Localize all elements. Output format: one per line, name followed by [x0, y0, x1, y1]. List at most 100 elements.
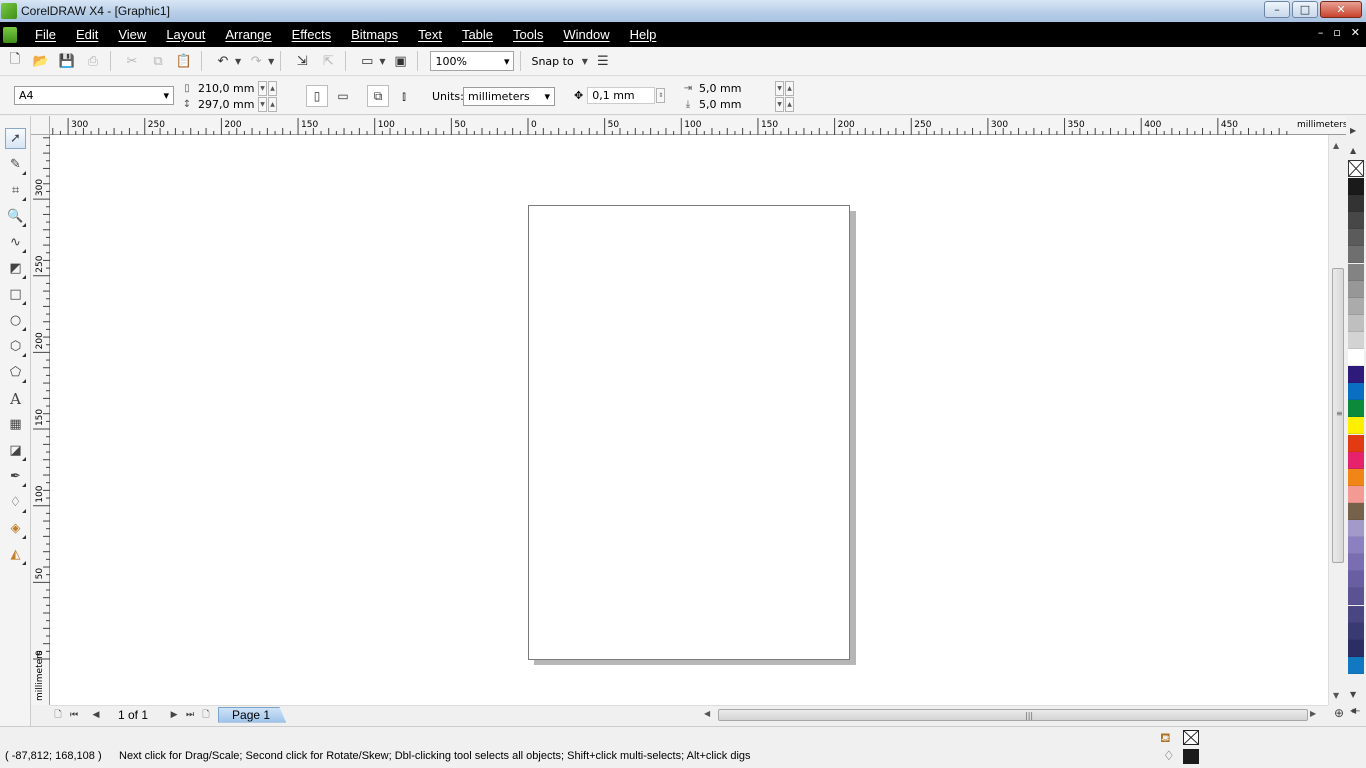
import-icon[interactable]: ⇲ — [291, 50, 313, 72]
color-swatch[interactable] — [1348, 468, 1364, 486]
shape-tool-icon[interactable]: ✎ — [5, 154, 26, 175]
fill-tool-icon[interactable]: ◈ — [5, 518, 26, 539]
doc-close-button[interactable]: ✕ — [1351, 26, 1360, 39]
cut-icon[interactable]: ✂ — [121, 50, 143, 72]
ruler-origin-corner[interactable] — [31, 116, 50, 135]
menu-effects[interactable]: Effects — [292, 27, 332, 42]
polygon-tool-icon[interactable]: ⬡ — [5, 336, 26, 357]
color-swatch[interactable] — [1348, 639, 1364, 657]
eyedropper-tool-icon[interactable]: ✒ — [5, 466, 26, 487]
color-swatch[interactable] — [1348, 434, 1364, 452]
smart-fill-tool-icon[interactable]: ◩ — [5, 258, 26, 279]
paper-size-select[interactable]: A4 ▾ — [14, 86, 174, 105]
document-menu-icon[interactable] — [3, 26, 17, 43]
scroll-left-arrow-icon[interactable]: ◀ — [704, 709, 710, 718]
paper-width-value[interactable]: 210,0 mm — [193, 81, 257, 96]
outline-color-swatch[interactable] — [1183, 749, 1199, 764]
duplicate-distance-x-field[interactable]: ⇥ 5,0 mm ▼ ▲ — [682, 81, 794, 96]
welcome-screen-icon[interactable]: ▣ — [389, 50, 411, 72]
menu-view[interactable]: View — [118, 27, 146, 42]
copy-icon[interactable]: ⧉ — [147, 50, 169, 72]
color-swatch[interactable] — [1348, 622, 1364, 640]
color-swatch[interactable] — [1348, 451, 1364, 469]
color-swatch[interactable] — [1348, 554, 1364, 572]
save-icon[interactable]: 💾 — [56, 50, 78, 72]
text-tool-icon[interactable]: A — [5, 388, 26, 409]
export-icon[interactable]: ⇱ — [317, 50, 339, 72]
zoom-tool-icon[interactable]: 🔍 — [5, 206, 26, 227]
width-up-spinner[interactable]: ▲ — [268, 81, 277, 96]
navigator-zoom-icon[interactable]: ⊕ — [1334, 706, 1344, 720]
undo-dropdown-icon[interactable]: ▼ — [235, 57, 241, 66]
undo-icon[interactable]: ↶ — [212, 50, 234, 72]
scroll-up-arrow-icon[interactable]: ▲ — [1333, 141, 1339, 150]
scroll-right-arrow-icon[interactable]: ▶ — [1310, 709, 1316, 718]
nudge-value[interactable]: 0,1 mm — [587, 87, 656, 104]
interactive-blend-tool-icon[interactable]: ◪ — [5, 440, 26, 461]
navigator-end-icon[interactable]: ⇤ — [1352, 706, 1360, 717]
fill-color-swatch[interactable] — [1183, 730, 1199, 745]
snap-dropdown-icon[interactable]: ▼ — [582, 57, 588, 66]
outline-pen-tool-icon[interactable]: ♢ — [5, 492, 26, 513]
palette-flyout-icon[interactable]: ▶ — [1350, 126, 1356, 135]
page-tab[interactable]: Page 1 — [218, 706, 287, 723]
new-document-icon[interactable]: 🗋 — [4, 50, 26, 72]
dup-x-up-spinner[interactable]: ▲ — [785, 81, 794, 96]
color-swatch[interactable] — [1348, 520, 1364, 537]
first-page-icon[interactable]: ⏮ — [66, 707, 82, 723]
launcher-dropdown-icon[interactable]: ▼ — [379, 57, 385, 66]
paper-height-value[interactable]: 297,0 mm — [193, 97, 257, 112]
duplicate-y-value[interactable]: 5,0 mm — [694, 97, 774, 112]
color-swatch[interactable] — [1348, 588, 1364, 606]
color-swatch[interactable] — [1348, 280, 1364, 298]
redo-icon[interactable]: ↷ — [245, 50, 267, 72]
paper-width-field[interactable]: ▯ 210,0 mm ▼ ▲ — [181, 81, 277, 96]
dup-y-up-spinner[interactable]: ▲ — [785, 97, 794, 112]
color-swatch[interactable] — [1348, 331, 1364, 349]
color-swatch[interactable] — [1348, 195, 1364, 213]
palette-scroll-down-icon[interactable]: ▼ — [1350, 690, 1356, 699]
redo-dropdown-icon[interactable]: ▼ — [268, 57, 274, 66]
units-select[interactable]: millimeters ▾ — [463, 87, 555, 106]
doc-restore-button[interactable]: ▫ — [1333, 26, 1340, 39]
interactive-fill-tool-icon[interactable]: ◭ — [5, 544, 26, 565]
landscape-button[interactable]: ▭ — [332, 85, 354, 107]
dup-x-down-spinner[interactable]: ▼ — [775, 81, 784, 96]
vertical-ruler[interactable]: 300 250 200 150 100 50 0 millimeters — [31, 135, 50, 705]
add-page-after-icon[interactable]: 🗋 — [198, 707, 214, 723]
color-swatch[interactable] — [1348, 383, 1364, 401]
doc-minimize-button[interactable]: – — [1318, 26, 1324, 39]
color-swatch[interactable] — [1348, 349, 1364, 366]
nudge-spinner[interactable]: ⇕ — [656, 88, 666, 103]
color-swatch[interactable] — [1348, 246, 1364, 264]
open-folder-icon[interactable]: 📂 — [30, 50, 52, 72]
zoom-level-select[interactable]: 100% ▾ — [430, 51, 515, 71]
previous-page-icon[interactable]: ◀ — [88, 707, 104, 723]
drawing-canvas[interactable] — [50, 135, 1328, 705]
vertical-scrollbar[interactable]: ▲ ≡ ▼ — [1328, 135, 1346, 705]
paper-height-field[interactable]: ↕ 297,0 mm ▼ ▲ — [181, 97, 277, 112]
color-swatch[interactable] — [1348, 297, 1364, 315]
color-swatch[interactable] — [1348, 212, 1364, 230]
color-swatch[interactable] — [1348, 417, 1364, 435]
basic-shapes-tool-icon[interactable]: ⬠ — [5, 362, 26, 383]
color-swatch[interactable] — [1348, 605, 1364, 623]
options-icon[interactable]: ☰ — [592, 50, 614, 72]
current-page-button[interactable]: ⫾ — [393, 85, 415, 107]
color-swatch[interactable] — [1348, 656, 1364, 674]
height-down-spinner[interactable]: ▼ — [258, 97, 267, 112]
menu-bitmaps[interactable]: Bitmaps — [351, 27, 398, 42]
all-pages-button[interactable]: ⧉ — [367, 85, 389, 107]
rectangle-tool-icon[interactable]: □ — [5, 284, 26, 305]
duplicate-x-value[interactable]: 5,0 mm — [694, 81, 774, 96]
crop-tool-icon[interactable]: ⌗ — [5, 180, 26, 201]
next-page-icon[interactable]: ▶ — [166, 707, 182, 723]
duplicate-distance-y-field[interactable]: ⤓ 5,0 mm ▼ ▲ — [682, 97, 794, 112]
coreldraw-app-icon[interactable] — [1, 3, 17, 19]
last-page-icon[interactable]: ⏭ — [182, 707, 198, 723]
add-page-before-icon[interactable]: 🗋 — [50, 707, 66, 723]
width-down-spinner[interactable]: ▼ — [258, 81, 267, 96]
dup-y-down-spinner[interactable]: ▼ — [775, 97, 784, 112]
minimize-button[interactable]: – — [1264, 1, 1290, 18]
color-swatch[interactable] — [1348, 571, 1364, 589]
